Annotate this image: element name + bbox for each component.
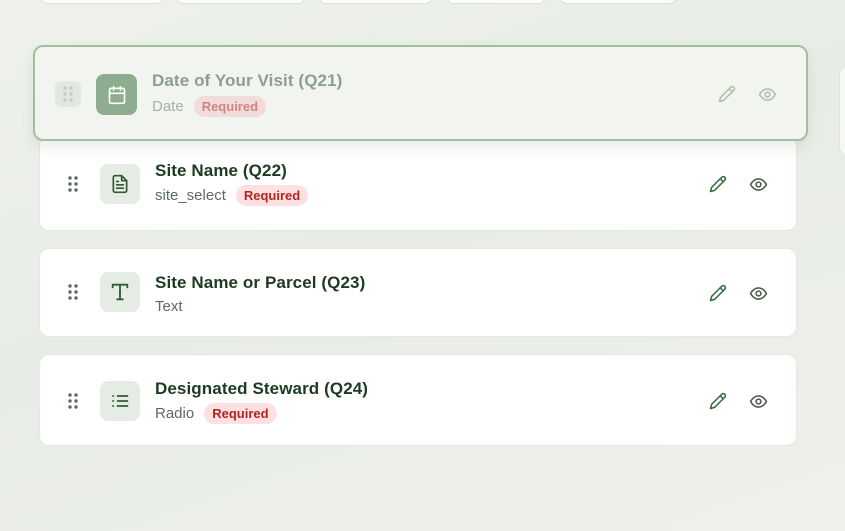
question-meta: site_select Required bbox=[155, 185, 309, 206]
required-badge: Required bbox=[235, 185, 309, 206]
list-icon bbox=[100, 381, 140, 421]
question-card-q24[interactable]: Designated Steward (Q24) Radio Required bbox=[39, 354, 797, 446]
required-badge: Required bbox=[193, 96, 267, 117]
question-type: Date bbox=[152, 98, 184, 115]
question-type: Text bbox=[155, 298, 183, 315]
question-meta: Radio Required bbox=[155, 403, 277, 424]
document-icon bbox=[100, 164, 140, 204]
calendar-icon bbox=[96, 74, 137, 115]
eye-icon[interactable] bbox=[745, 388, 771, 414]
drag-handle-icon[interactable] bbox=[60, 171, 86, 197]
eye-icon[interactable] bbox=[745, 171, 771, 197]
pencil-icon[interactable] bbox=[705, 388, 731, 414]
required-badge: Required bbox=[204, 403, 277, 424]
question-type: site_select bbox=[155, 187, 226, 204]
drag-handle-icon[interactable] bbox=[55, 81, 81, 107]
eye-icon[interactable] bbox=[745, 280, 771, 306]
text-type-icon bbox=[100, 272, 140, 312]
side-panel-edge bbox=[839, 68, 845, 154]
question-card-q23[interactable]: Site Name or Parcel (Q23) Text bbox=[39, 248, 797, 337]
tab-stub[interactable] bbox=[318, 0, 433, 4]
question-card-q21-dragging[interactable]: Date of Your Visit (Q21) Date Required bbox=[33, 45, 808, 141]
drag-handle-icon[interactable] bbox=[60, 388, 86, 414]
pencil-icon[interactable] bbox=[705, 280, 731, 306]
question-title: Designated Steward (Q24) bbox=[155, 379, 369, 398]
question-card-q22[interactable]: Site Name (Q22) site_select Required bbox=[39, 136, 797, 231]
question-title: Date of Your Visit (Q21) bbox=[152, 71, 343, 90]
eye-icon[interactable] bbox=[754, 81, 780, 107]
tab-stub[interactable] bbox=[446, 0, 546, 4]
question-title: Site Name or Parcel (Q23) bbox=[155, 273, 366, 292]
tab-stub[interactable] bbox=[559, 0, 677, 4]
tab-stub[interactable] bbox=[176, 0, 306, 4]
question-meta: Date Required bbox=[152, 96, 267, 117]
question-type: Radio bbox=[155, 405, 195, 422]
pencil-icon[interactable] bbox=[714, 81, 740, 107]
drag-handle-icon[interactable] bbox=[60, 279, 86, 305]
top-tab-strip bbox=[0, 0, 845, 4]
pencil-icon[interactable] bbox=[705, 171, 731, 197]
question-meta: Text bbox=[155, 298, 183, 315]
tab-stub[interactable] bbox=[40, 0, 164, 4]
question-title: Site Name (Q22) bbox=[155, 161, 287, 180]
